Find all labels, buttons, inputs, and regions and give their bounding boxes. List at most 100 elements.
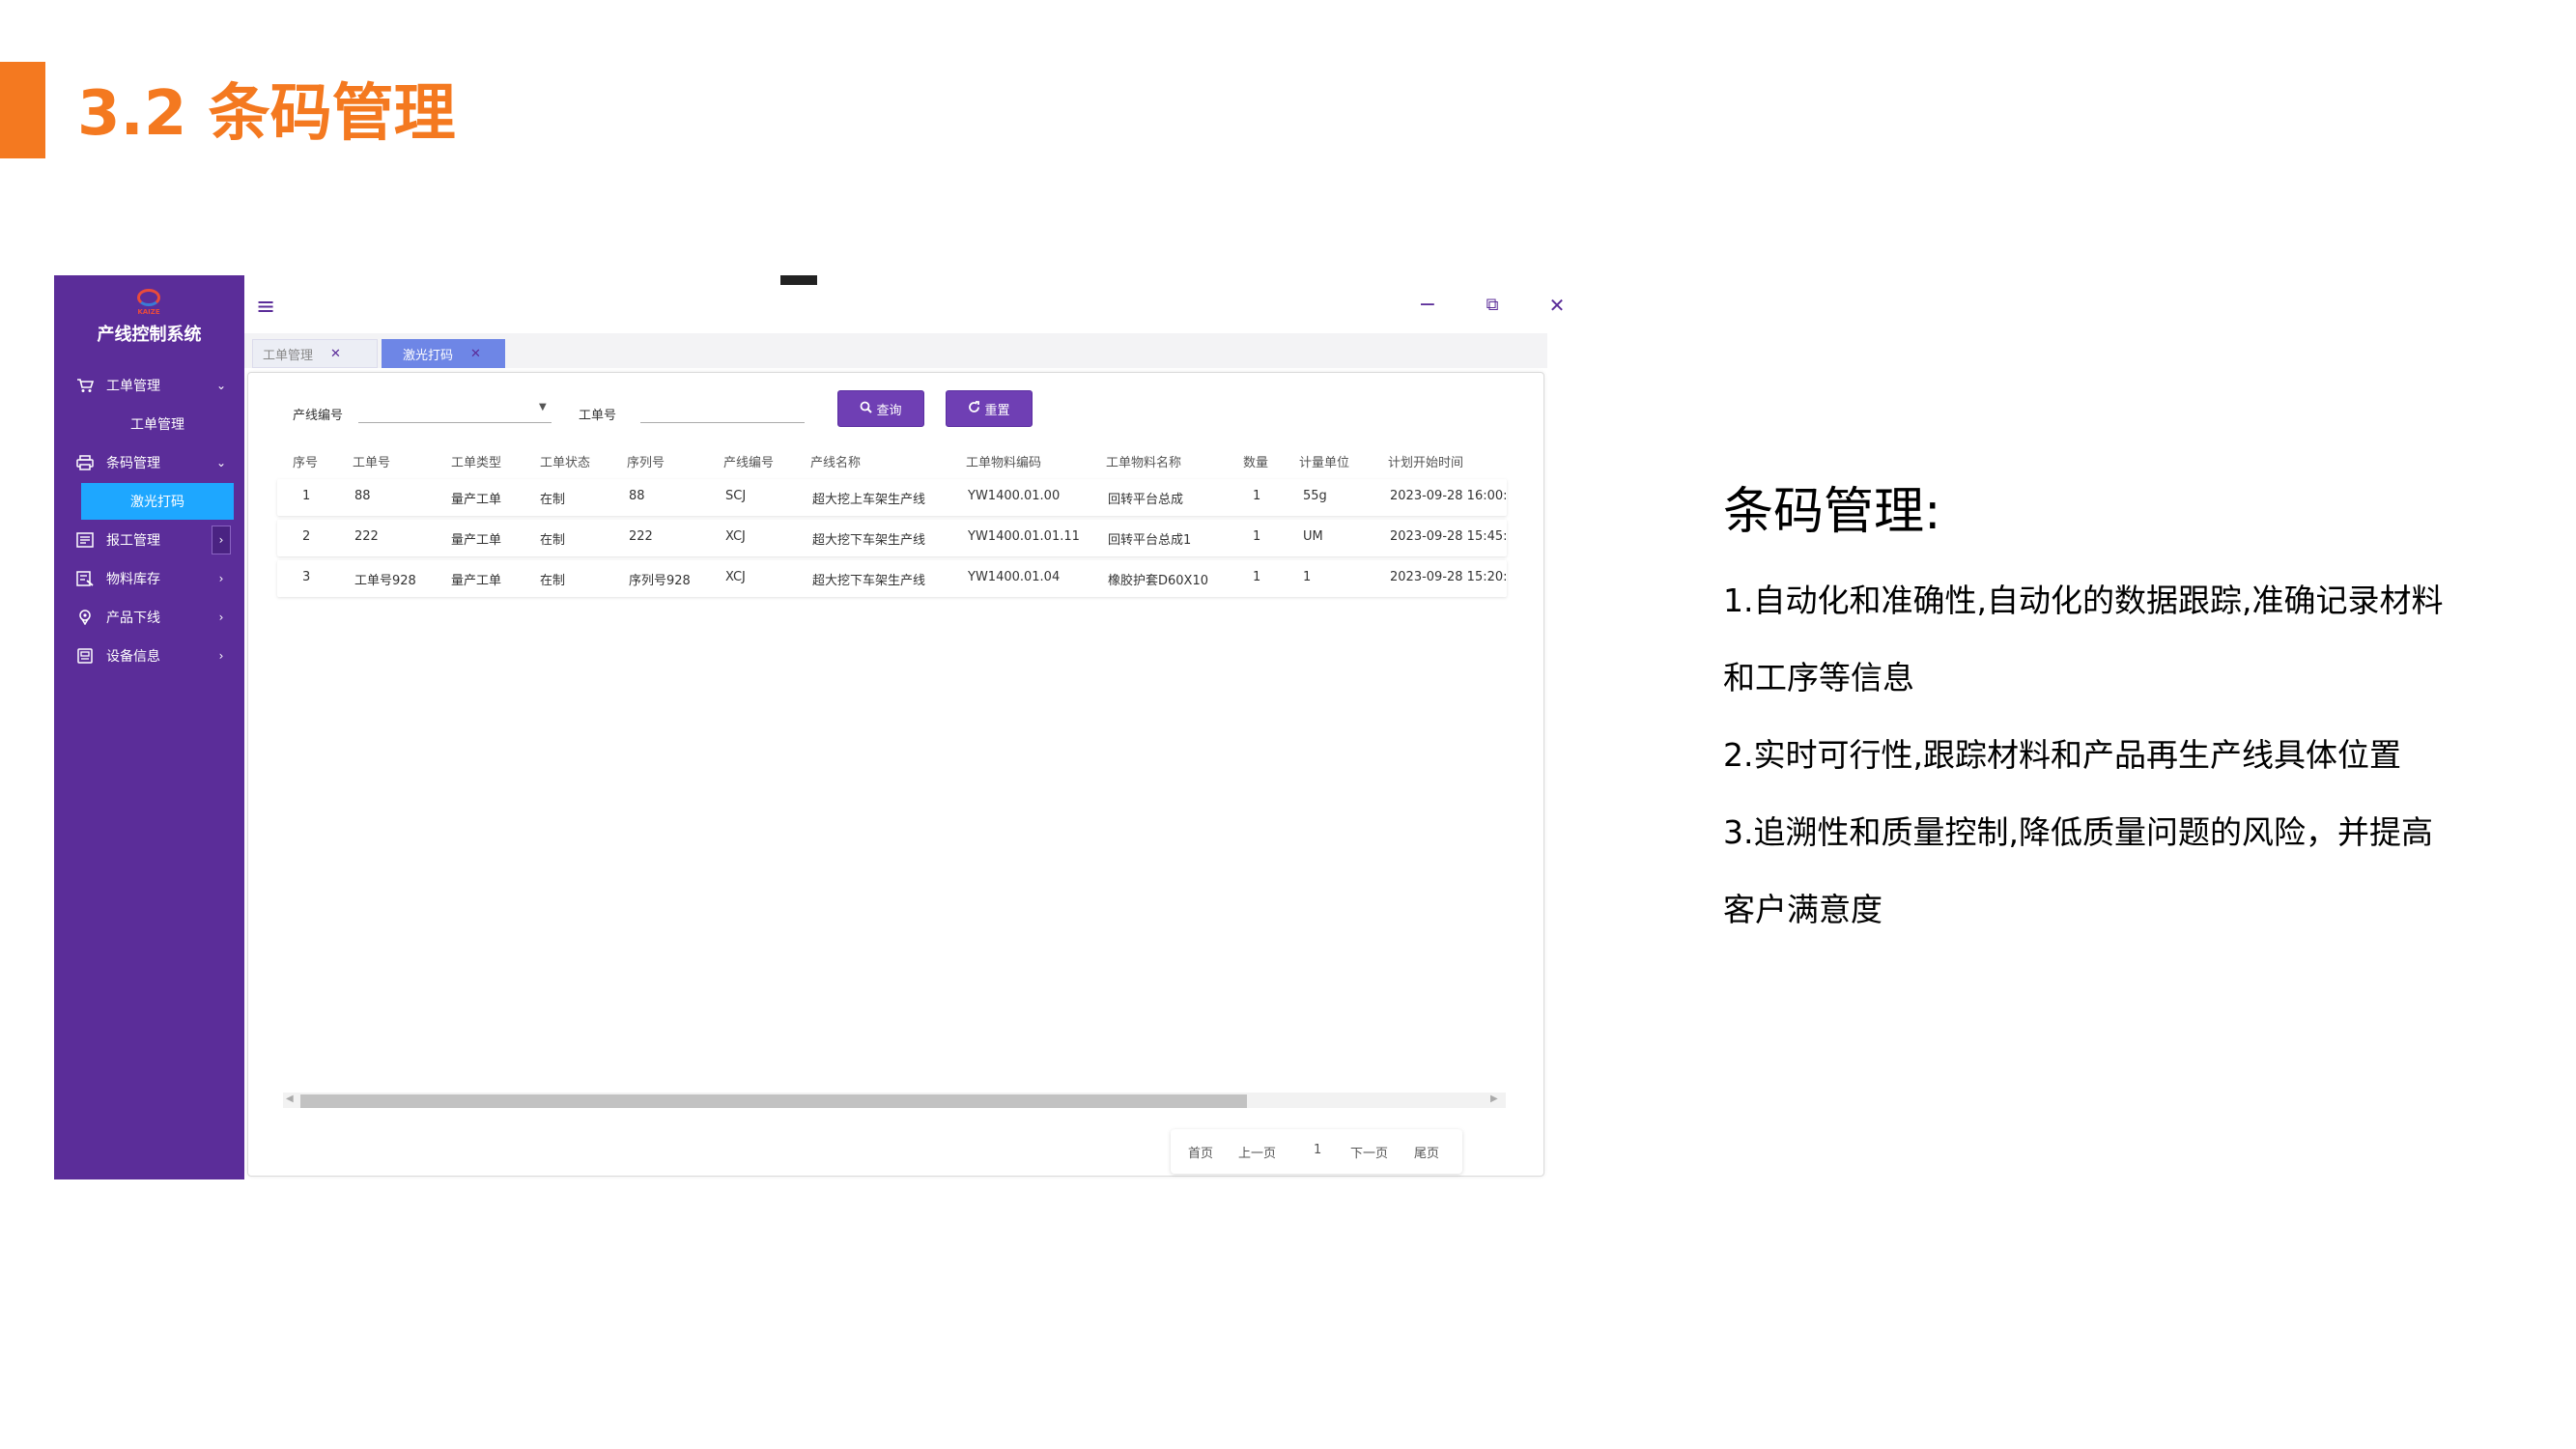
order-number-label: 工单号 [579, 409, 617, 423]
table-header: 序号 工单号 工单类型 工单状态 序列号 产线编号 产线名称 工单物料编码 工单… [277, 442, 1507, 477]
table-cell: 回转平台总成 [1108, 493, 1184, 507]
current-page[interactable]: 1 [1314, 1143, 1321, 1157]
table-cell: 2023-09-28 15:20: [1390, 570, 1506, 584]
refresh-icon [968, 400, 980, 417]
logo-text: KAIZE [137, 308, 160, 316]
scroll-right-icon[interactable]: ▶ [1490, 1094, 1498, 1104]
logo: KAIZE [129, 289, 168, 318]
sidebar-item-barcode-management[interactable]: 条码管理 ⌄ [54, 444, 244, 481]
column-header: 序号 [293, 456, 319, 470]
table-row[interactable]: 1 88 量产工单 在制 88 SCJ 超大挖上车架生产线 YW1400.01.… [277, 479, 1507, 516]
search-icon [860, 401, 873, 417]
table-cell: XCJ [725, 570, 746, 584]
sidebar-item-device-info[interactable]: 设备信息 › [54, 638, 244, 674]
table-cell: 超大挖下车架生产线 [812, 533, 926, 548]
table-cell: YW1400.01.00 [968, 489, 1061, 503]
tab-laser-marking[interactable]: 激光打码 ✕ [382, 339, 505, 368]
table-cell: 88 [629, 489, 645, 503]
order-number-input[interactable] [640, 398, 805, 423]
window-drag-handle[interactable] [780, 275, 817, 285]
slide-title: 3.2 条码管理 [77, 78, 456, 150]
description-line: 和工序等信息 [1723, 659, 1914, 696]
top-bar: ≡ − ⧉ ✕ [244, 275, 1565, 333]
menu-toggle-icon[interactable]: ≡ [256, 293, 275, 320]
title-accent-bar [0, 62, 45, 158]
table-cell: 88 [354, 489, 371, 503]
horizontal-scrollbar[interactable]: ◀ ▶ [283, 1093, 1506, 1108]
table-row[interactable]: 2 222 量产工单 在制 222 XCJ 超大挖下车架生产线 YW1400.0… [277, 520, 1507, 556]
sidebar-subitem-order-management[interactable]: 工单管理 [81, 406, 234, 442]
table-cell: 量产工单 [451, 533, 502, 548]
table-cell: 3 [302, 570, 311, 584]
cart-icon [75, 377, 95, 394]
tab-label: 工单管理 [263, 348, 314, 363]
column-header: 工单物料编码 [966, 456, 1042, 470]
prev-page-button[interactable]: 上一页 [1238, 1143, 1276, 1161]
column-header: 工单类型 [451, 456, 502, 470]
report-icon [75, 531, 95, 549]
next-page-button[interactable]: 下一页 [1350, 1143, 1388, 1161]
scrollbar-thumb[interactable] [300, 1094, 1247, 1108]
column-header: 计量单位 [1299, 456, 1350, 470]
table-cell: YW1400.01.01.11 [968, 529, 1080, 544]
line-number-select[interactable] [358, 398, 552, 423]
sidebar-item-material-inventory[interactable]: 物料库存 › [54, 560, 244, 597]
main-panel: 产线编号 ▼ 工单号 查询 重置 序号 工单号 工单类型 工单状态 序列号 产线… [247, 372, 1544, 1177]
table-cell: 序列号928 [629, 574, 691, 588]
table-cell: 在制 [540, 574, 566, 588]
sidebar-item-product-offline[interactable]: 产品下线 › [54, 599, 244, 636]
restore-button[interactable]: ⧉ [1478, 291, 1507, 320]
scroll-left-icon[interactable]: ◀ [286, 1094, 294, 1104]
column-header: 工单号 [353, 456, 391, 470]
inventory-icon [75, 570, 95, 587]
last-page-button[interactable]: 尾页 [1414, 1143, 1439, 1161]
column-header: 计划开始时间 [1388, 456, 1464, 470]
chevron-right-icon: › [218, 649, 224, 663]
sidebar-item-order-management[interactable]: 工单管理 ⌄ [54, 367, 244, 404]
first-page-button[interactable]: 首页 [1188, 1143, 1213, 1161]
sidebar-item-label: 报工管理 [106, 533, 160, 549]
chevron-right-icon: › [218, 611, 224, 624]
table-cell: 回转平台总成1 [1108, 533, 1192, 548]
location-icon [75, 609, 95, 626]
description-line: 客户满意度 [1723, 891, 1882, 928]
description-line: 1.自动化和准确性,自动化的数据跟踪,准确记录材料 [1723, 582, 2444, 619]
chevron-down-icon: ⌄ [215, 456, 227, 469]
system-title: 产线控制系统 [97, 325, 202, 345]
printer-icon [75, 454, 95, 471]
tab-order-management[interactable]: 工单管理 ✕ [252, 339, 378, 368]
sidebar: KAIZE 产线控制系统 工单管理 ⌄ 工单管理 条码管理 ⌄ 激光打码 报工管… [54, 275, 244, 1179]
table-cell: 1 [1303, 570, 1312, 584]
query-button[interactable]: 查询 [837, 390, 924, 427]
reset-button[interactable]: 重置 [946, 390, 1033, 427]
description-line: 2.实时可行性,跟踪材料和产品再生产线具体位置 [1723, 736, 2401, 774]
sidebar-item-label: 产品下线 [106, 611, 160, 626]
line-number-label: 产线编号 [293, 409, 344, 423]
table-cell: 在制 [540, 493, 566, 507]
close-icon[interactable]: ✕ [330, 347, 341, 361]
table-cell: 55g [1303, 489, 1327, 503]
table-cell: 超大挖下车架生产线 [812, 574, 926, 588]
table-cell: 222 [354, 529, 379, 544]
minimize-button[interactable]: − [1413, 291, 1442, 320]
chevron-down-icon: ⌄ [215, 379, 227, 392]
query-button-label: 查询 [876, 403, 902, 418]
table-cell: 1 [302, 489, 311, 503]
description-block: 条码管理: 1.自动化和准确性,自动化的数据跟踪,准确记录材料 和工序等信息 2… [1723, 473, 2477, 949]
table-cell: UM [1303, 529, 1323, 544]
sidebar-subitem-laser-marking[interactable]: 激光打码 [81, 483, 234, 520]
close-window-button[interactable]: ✕ [1543, 291, 1571, 320]
table-cell: 量产工单 [451, 493, 502, 507]
table-row[interactable]: 3 工单号928 量产工单 在制 序列号928 XCJ 超大挖下车架生产线 YW… [277, 560, 1507, 597]
tab-label: 激光打码 [403, 348, 454, 363]
tab-bar: 工单管理 ✕ 激光打码 ✕ [244, 333, 1547, 368]
caret-down-icon: ▼ [539, 402, 547, 412]
table-cell: 2023-09-28 16:00: [1390, 489, 1506, 503]
table-cell: 2023-09-28 15:45: [1390, 529, 1506, 544]
table-cell: 橡胶护套D60X10 [1108, 574, 1209, 588]
sidebar-item-work-report[interactable]: 报工管理 › [54, 522, 244, 558]
table-cell: 1 [1253, 529, 1261, 544]
close-icon[interactable]: ✕ [470, 347, 481, 361]
table-cell: 222 [629, 529, 653, 544]
description-line: 3.追溯性和质量控制,降低质量问题的风险，并提高 [1723, 813, 2433, 851]
